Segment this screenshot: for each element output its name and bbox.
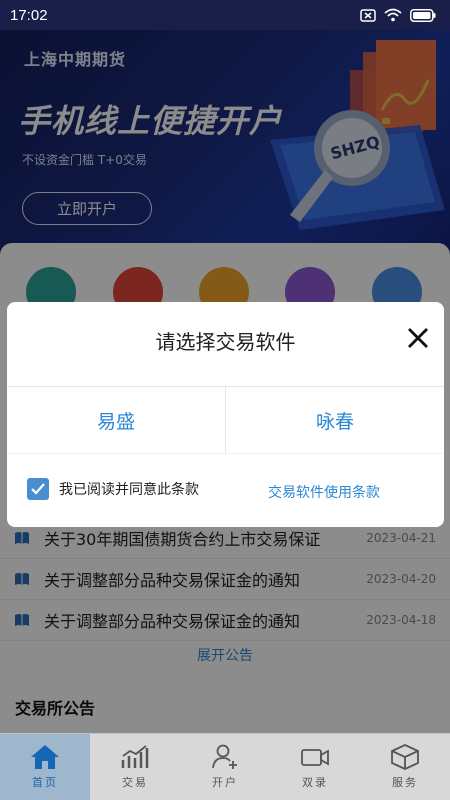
tab-open-account[interactable]: 开户 [180,734,270,800]
status-bar: 17:02 [0,0,450,30]
box-icon [391,744,419,770]
agree-row: 我已阅读并同意此条款 [27,478,199,500]
wifi-icon [384,8,402,22]
chart-icon [121,745,149,768]
tab-dual-record[interactable]: 双录 [270,734,360,800]
add-user-icon [212,744,237,769]
video-icon [301,749,329,766]
checkmark-icon [31,483,45,495]
status-time: 17:02 [10,6,48,24]
bottom-tab-bar: 首页 交易 开户 双录 服务 [0,733,450,800]
battery-icon [410,8,436,22]
tab-label: 开户 [212,776,238,789]
software-options: 易盛 咏春 [7,386,444,454]
select-software-dialog: 请选择交易软件 易盛 咏春 我已阅读并同意此条款 交易软件使用条款 [7,302,444,527]
terms-link[interactable]: 交易软件使用条款 [268,482,380,502]
home-icon [31,745,59,769]
tab-trade[interactable]: 交易 [90,734,180,800]
option-yisheng-button[interactable]: 易盛 [7,387,225,453]
agree-checkbox[interactable] [27,478,49,500]
tab-label: 双录 [302,776,328,789]
close-icon[interactable] [406,326,430,350]
notification-close-icon [360,8,376,22]
agree-label: 我已阅读并同意此条款 [59,482,199,498]
tab-label: 交易 [122,776,148,789]
tab-label: 首页 [32,776,58,789]
status-icons [360,8,436,22]
tab-label: 服务 [392,776,418,789]
option-yongchun-button[interactable]: 咏春 [225,387,444,453]
dialog-title: 请选择交易软件 [155,330,296,354]
tab-home[interactable]: 首页 [0,734,90,800]
tab-service[interactable]: 服务 [360,734,450,800]
